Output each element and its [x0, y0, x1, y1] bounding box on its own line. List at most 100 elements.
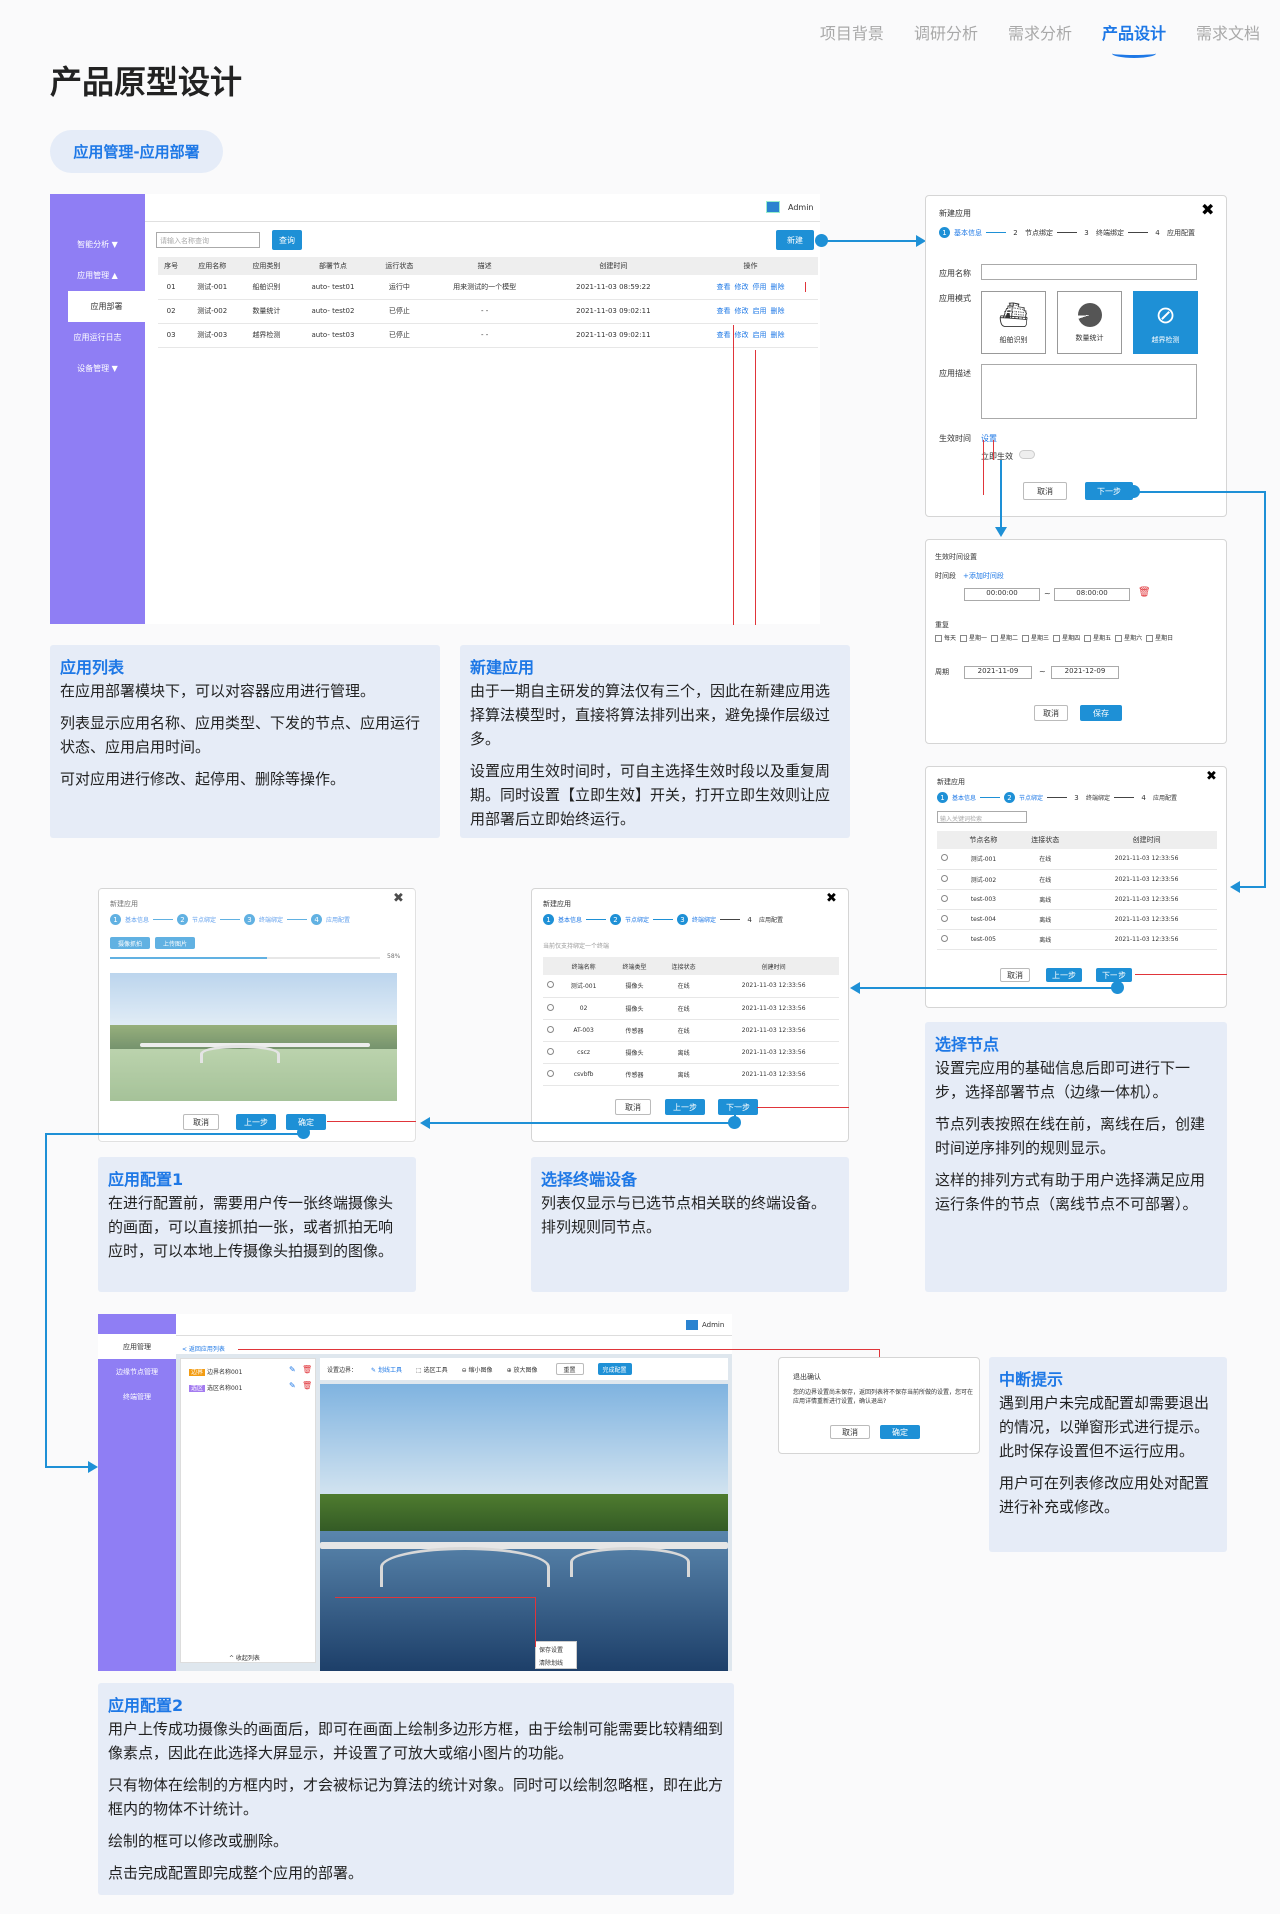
sidebar-item-app-mgmt[interactable]: 应用管理 — [98, 1334, 176, 1359]
row-radio[interactable] — [937, 889, 953, 910]
mode-border[interactable]: ⊘ 越界检测 — [1133, 291, 1198, 354]
collapse-list[interactable]: ^ 收起列表 — [229, 1653, 260, 1662]
row-radio[interactable] — [937, 869, 953, 890]
action-link[interactable]: 启用 — [753, 331, 767, 339]
weekday-checkbox[interactable]: 星期日 — [1146, 633, 1173, 642]
row-radio[interactable] — [543, 997, 558, 1020]
cancel-button[interactable]: 取消 — [1034, 705, 1068, 721]
edit-icon[interactable]: ✎ — [289, 1365, 296, 1374]
row-radio[interactable] — [937, 909, 953, 930]
table-row[interactable]: cscz 摄像头 离线 2021-11-03 12:33:56 — [543, 1041, 839, 1064]
row-radio[interactable] — [937, 849, 953, 870]
sidebar-item-app-mgmt[interactable]: 应用管理 ▲ — [50, 260, 145, 291]
new-button[interactable]: 新建 — [776, 230, 814, 250]
cancel-button[interactable]: 取消 — [1000, 968, 1030, 982]
action-link[interactable]: 修改 — [735, 307, 749, 315]
action-link[interactable]: 停用 — [753, 283, 767, 291]
table-row[interactable]: test-004 离线 2021-11-03 12:33:56 — [937, 909, 1217, 930]
row-radio[interactable] — [543, 1063, 558, 1086]
next-button[interactable]: 下一步 — [718, 1099, 758, 1115]
zoom-out-tool[interactable]: ⊖ 缩小图像 — [462, 1365, 493, 1374]
weekday-checkbox[interactable]: 星期六 — [1115, 633, 1142, 642]
close-icon[interactable]: ✖ — [826, 891, 837, 906]
sidebar-item-log[interactable]: 应用运行日志 — [50, 322, 145, 353]
close-icon[interactable]: ✖ — [393, 891, 404, 906]
trash-icon[interactable]: 🗑 — [302, 1365, 312, 1374]
search-input[interactable]: 请输入名称查询 — [156, 232, 260, 248]
next-button[interactable]: 下一步 — [1096, 968, 1132, 982]
table-row[interactable]: 测试-001 摄像头 在线 2021-11-03 12:33:56 — [543, 975, 839, 998]
sidebar-item-edge[interactable]: 边缘节点管理 — [98, 1359, 176, 1384]
prev-button[interactable]: 上一步 — [236, 1114, 276, 1130]
cancel-button[interactable]: 取消 — [183, 1114, 219, 1130]
upload-button[interactable]: 上传图片 — [155, 937, 195, 949]
sidebar-item-terminal[interactable]: 终端管理 — [98, 1384, 176, 1409]
camera-image-large[interactable] — [320, 1384, 728, 1671]
table-row[interactable]: 测试-001 在线 2021-11-03 12:33:56 — [937, 849, 1217, 870]
immediate-toggle[interactable] — [1019, 450, 1035, 459]
action-link[interactable]: 查看 — [717, 331, 731, 339]
action-link[interactable]: 查看 — [717, 283, 731, 291]
nav-doc[interactable]: 需求文档 — [1196, 20, 1260, 44]
end-date-input[interactable]: 2021-12-09 — [1051, 666, 1119, 679]
row-radio[interactable] — [543, 1041, 558, 1064]
admin-label[interactable]: Admin — [788, 203, 814, 212]
row-radio[interactable] — [543, 975, 558, 998]
action-link[interactable]: 修改 — [735, 283, 749, 291]
region-name[interactable]: 选区名称001 — [207, 1385, 242, 1392]
menu-clear[interactable]: 清除划线 — [539, 1658, 573, 1667]
save-button[interactable]: 保存 — [1080, 705, 1122, 721]
table-row[interactable]: 02 摄像头 在线 2021-11-03 12:33:56 — [543, 997, 839, 1020]
node-search-input[interactable]: 输入关键词检索 — [937, 811, 1027, 823]
table-row[interactable]: AT-003 传感器 在线 2021-11-03 12:33:56 — [543, 1019, 839, 1042]
add-period-link[interactable]: +添加时间段 — [963, 571, 1004, 581]
nav-product-design[interactable]: 产品设计 — [1102, 20, 1166, 58]
weekday-checkbox[interactable]: 星期二 — [991, 633, 1018, 642]
edit-icon[interactable]: ✎ — [289, 1381, 296, 1390]
weekday-checkbox[interactable]: 星期一 — [960, 633, 987, 642]
weekday-checkbox[interactable]: 星期三 — [1022, 633, 1049, 642]
start-time-input[interactable]: 00:00:00 — [964, 588, 1040, 601]
prev-button[interactable]: 上一步 — [665, 1099, 705, 1115]
next-button[interactable]: 下一步 — [1085, 482, 1133, 500]
mode-ship[interactable]: ⛴ 船舶识别 — [981, 291, 1046, 354]
table-row[interactable]: csvbfb 传感器 离线 2021-11-03 12:33:56 — [543, 1063, 839, 1086]
trash-icon[interactable]: 🗑 — [1138, 587, 1151, 598]
weekday-checkbox[interactable]: 星期四 — [1053, 633, 1080, 642]
weekday-checkbox[interactable]: 星期五 — [1084, 633, 1111, 642]
action-link[interactable]: 删除 — [771, 307, 785, 315]
region-name[interactable]: 边界名称001 — [207, 1369, 242, 1376]
capture-button[interactable]: 摄像抓拍 — [110, 937, 150, 949]
table-row[interactable]: test-003 离线 2021-11-03 12:33:56 — [937, 889, 1217, 910]
close-icon[interactable]: ✖ — [1201, 200, 1214, 219]
sidebar-item-analysis[interactable]: 智能分析 ▼ — [50, 229, 145, 260]
action-link[interactable]: 删除 — [771, 283, 785, 291]
query-button[interactable]: 查询 — [272, 230, 302, 250]
cancel-button[interactable]: 取消 — [830, 1425, 870, 1439]
draw-tool[interactable]: ✎ 划线工具 — [371, 1365, 402, 1374]
nav-requirements[interactable]: 需求分析 — [1008, 20, 1072, 44]
prev-button[interactable]: 上一步 — [1046, 968, 1082, 982]
close-icon[interactable]: ✖ — [1206, 769, 1217, 784]
trash-icon[interactable]: 🗑 — [302, 1381, 312, 1390]
start-date-input[interactable]: 2021-11-09 — [964, 666, 1032, 679]
finish-button[interactable]: 完成配置 — [597, 1363, 632, 1375]
app-desc-textarea[interactable] — [981, 364, 1197, 419]
table-row[interactable]: test-005 离线 2021-11-03 12:33:56 — [937, 929, 1217, 950]
sidebar-item-device[interactable]: 设备管理 ▼ — [50, 353, 145, 384]
nav-background[interactable]: 项目背景 — [820, 20, 884, 44]
action-link[interactable]: 启用 — [753, 307, 767, 315]
cancel-button[interactable]: 取消 — [1023, 482, 1067, 500]
reset-button[interactable]: 重置 — [555, 1363, 584, 1375]
action-link[interactable]: 查看 — [717, 307, 731, 315]
action-link[interactable]: 删除 — [771, 331, 785, 339]
end-time-input[interactable]: 08:00:00 — [1054, 588, 1130, 601]
table-row[interactable]: 测试-002 在线 2021-11-03 12:33:56 — [937, 869, 1217, 890]
ok-button[interactable]: 确定 — [880, 1425, 920, 1439]
row-radio[interactable] — [937, 929, 953, 950]
select-tool[interactable]: ⬚ 选区工具 — [416, 1365, 448, 1374]
admin-label[interactable]: Admin — [702, 1321, 724, 1329]
weekday-checkbox[interactable]: 每天 — [935, 633, 956, 642]
cancel-button[interactable]: 取消 — [615, 1099, 651, 1115]
sidebar-item-deploy[interactable]: 应用部署 — [68, 291, 145, 322]
